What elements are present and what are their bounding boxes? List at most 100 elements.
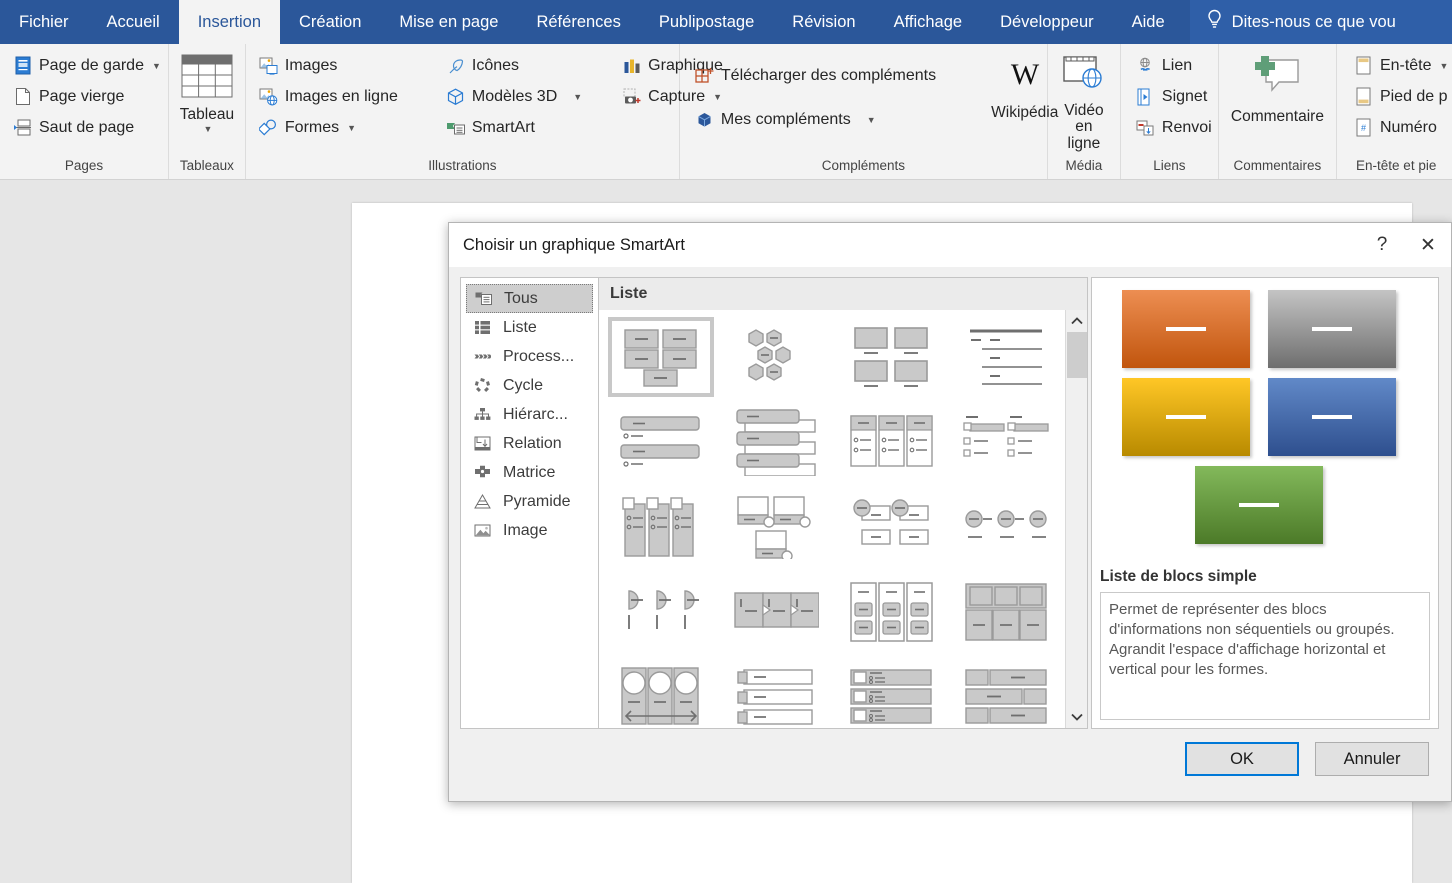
gallery-scrollbar[interactable] xyxy=(1065,310,1087,728)
gallery-item-liste-verticale-puces[interactable] xyxy=(603,399,718,484)
chevron-down-icon[interactable]: ▼ xyxy=(347,123,356,133)
category-matrice[interactable]: Matrice xyxy=(466,458,593,487)
tab-aide[interactable]: Aide xyxy=(1113,0,1184,44)
chevron-down-icon[interactable]: ▼ xyxy=(867,115,876,125)
chevron-down-icon[interactable]: ▼ xyxy=(152,61,161,71)
button-lien[interactable]: Lien xyxy=(1129,50,1219,81)
gallery-item-liste-grille-blocs[interactable] xyxy=(948,569,1063,654)
tab-mise-en-page[interactable]: Mise en page xyxy=(380,0,517,44)
gallery-item-liste-mosaique[interactable] xyxy=(948,654,1063,728)
gallery-item-liste-tableau-onglets[interactable] xyxy=(948,399,1063,484)
table-icon xyxy=(181,54,233,103)
chevron-down-icon[interactable]: ▼ xyxy=(573,92,582,102)
group-label-complements: Compléments xyxy=(821,158,906,173)
gallery-item-liste-cercles-fleche[interactable] xyxy=(603,654,718,728)
chevron-down-icon[interactable]: ▼ xyxy=(203,125,212,135)
label-renvoi: Renvoi xyxy=(1161,118,1212,136)
category-liste[interactable]: Liste xyxy=(466,313,593,342)
cancel-button[interactable]: Annuler xyxy=(1315,742,1429,776)
tab-affichage[interactable]: Affichage xyxy=(875,0,982,44)
tab-creation[interactable]: Création xyxy=(280,0,380,44)
ok-button[interactable]: OK xyxy=(1185,742,1299,776)
gallery-item-liste-colonnes-encadrees[interactable] xyxy=(833,399,948,484)
shapes-icon xyxy=(259,118,279,138)
chart-icon xyxy=(622,56,642,76)
tab-developpeur[interactable]: Développeur xyxy=(981,0,1113,44)
button-signet[interactable]: Signet xyxy=(1129,81,1219,112)
footer-icon xyxy=(1354,87,1374,107)
gallery-item-liste-demi-cercles[interactable] xyxy=(603,569,718,654)
gallery-item-liste-blocs-simple[interactable] xyxy=(603,314,718,399)
scroll-up-icon[interactable] xyxy=(1066,310,1088,332)
label-signet: Signet xyxy=(1161,87,1208,105)
gallery-item-liste-fleches-process[interactable] xyxy=(718,569,833,654)
label-telecharger-complements: Télécharger des compléments xyxy=(720,66,937,84)
tab-references[interactable]: Références xyxy=(517,0,639,44)
group-label-media: Média xyxy=(1065,158,1103,173)
help-button[interactable]: ? xyxy=(1359,223,1405,267)
label-formes: Formes xyxy=(284,118,340,136)
gallery-item-liste-cercles-texte[interactable] xyxy=(833,484,948,569)
gallery-item-liste-images-legendees[interactable] xyxy=(833,314,948,399)
ribbon-group-pages: Page de garde ▼ Page vierge Saut de page xyxy=(0,44,169,179)
category-relation[interactable]: Relation xyxy=(466,429,593,458)
cycle-icon xyxy=(473,376,492,395)
category-tous[interactable]: Tous xyxy=(466,284,593,313)
tab-accueil[interactable]: Accueil xyxy=(88,0,179,44)
ribbon-group-entete-pied: En-tête ▼ Pied de p # Numéro En-tête et xyxy=(1337,44,1452,179)
link-icon xyxy=(1136,56,1156,76)
smartart-icon xyxy=(446,118,466,138)
block-dash xyxy=(1166,327,1206,331)
button-saut-de-page[interactable]: Saut de page xyxy=(6,112,168,143)
tab-insertion[interactable]: Insertion xyxy=(178,0,281,44)
button-icones[interactable]: Icônes xyxy=(439,50,589,81)
gallery-item-liste-images-cercles[interactable] xyxy=(718,484,833,569)
tab-publipostage[interactable]: Publipostage xyxy=(640,0,773,44)
button-modeles-3d[interactable]: Modèles 3D ▼ xyxy=(439,81,589,112)
close-icon[interactable]: ✕ xyxy=(1405,223,1451,267)
button-formes[interactable]: Formes ▼ xyxy=(252,112,405,143)
tab-fichier[interactable]: Fichier xyxy=(0,0,88,44)
gallery-item-liste-lignes[interactable] xyxy=(948,314,1063,399)
button-telecharger-complements[interactable]: Télécharger des compléments xyxy=(688,60,943,91)
label-images: Images xyxy=(284,56,338,74)
button-en-tete[interactable]: En-tête ▼ xyxy=(1347,50,1452,81)
header-icon xyxy=(1354,56,1374,76)
gallery-item-liste-chevron-vertical[interactable] xyxy=(718,399,833,484)
label-numero-de-page: Numéro xyxy=(1379,118,1437,136)
gallery-item-liste-blocs-verticaux[interactable] xyxy=(603,484,718,569)
gallery-item-liste-cercles-ligne[interactable] xyxy=(948,484,1063,569)
gallery-item-liste-colonnes-groupees[interactable] xyxy=(833,569,948,654)
button-page-vierge[interactable]: Page vierge xyxy=(6,81,168,112)
online-video-icon xyxy=(1060,54,1108,99)
scrollbar-track[interactable] xyxy=(1066,332,1088,706)
category-pyramide[interactable]: Pyramide xyxy=(466,487,593,516)
pyramid-icon xyxy=(473,492,492,511)
label-lien: Lien xyxy=(1161,56,1193,74)
group-label-liens: Liens xyxy=(1153,158,1186,173)
preview-description: Permet de représenter des blocs d'inform… xyxy=(1100,592,1430,720)
gallery-item-liste-onglets-lignes[interactable] xyxy=(718,654,833,728)
category-cycle[interactable]: Cycle xyxy=(466,371,593,400)
category-processus[interactable]: Process... xyxy=(466,342,593,371)
scroll-down-icon[interactable] xyxy=(1066,706,1088,728)
button-pied-de-page[interactable]: Pied de p xyxy=(1347,81,1452,112)
label-smartart: SmartArt xyxy=(471,118,535,136)
gallery-item-liste-alveoles[interactable] xyxy=(718,314,833,399)
button-images-en-ligne[interactable]: Images en ligne xyxy=(252,81,405,112)
category-label: Pyramide xyxy=(503,492,571,510)
button-numero-de-page[interactable]: # Numéro xyxy=(1347,112,1452,143)
process-icon xyxy=(473,347,492,366)
scrollbar-thumb[interactable] xyxy=(1066,332,1087,378)
gallery-item-liste-images-barres[interactable] xyxy=(833,654,948,728)
button-images[interactable]: Images xyxy=(252,50,405,81)
button-page-de-garde[interactable]: Page de garde ▼ xyxy=(6,50,168,81)
tell-me-search[interactable]: Dites-nous ce que vou xyxy=(1189,0,1452,44)
button-renvoi[interactable]: Renvoi xyxy=(1129,112,1219,143)
tab-revision[interactable]: Révision xyxy=(773,0,874,44)
button-mes-complements[interactable]: Mes compléments ▼ xyxy=(688,104,943,135)
category-image[interactable]: Image xyxy=(466,516,593,545)
chevron-down-icon[interactable]: ▼ xyxy=(1440,61,1449,71)
category-hierarchie[interactable]: Hiérarc... xyxy=(466,400,593,429)
button-smartart[interactable]: SmartArt xyxy=(439,112,589,143)
